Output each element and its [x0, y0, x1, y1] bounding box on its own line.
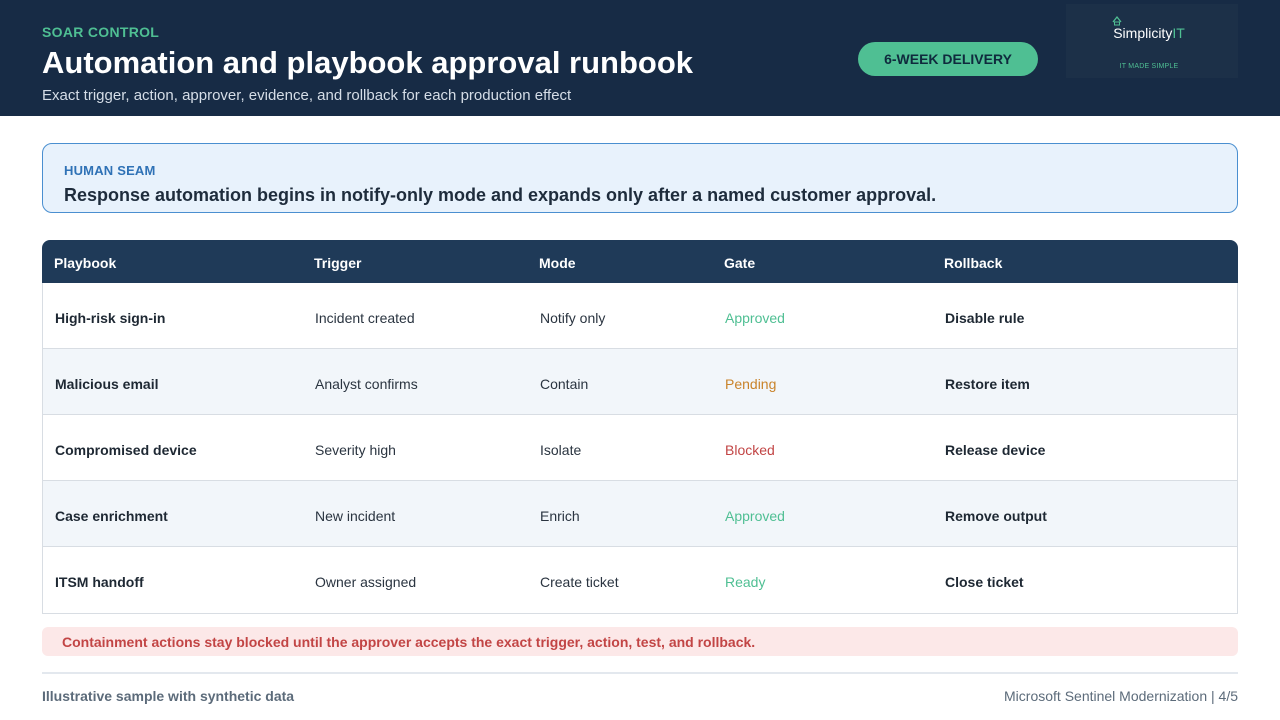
table-row: Case enrichment New incident Enrich Appr…: [43, 481, 1237, 547]
logo-wordmark: SimplicityIT: [1113, 25, 1185, 41]
rollback-cell: Close ticket: [945, 574, 1024, 590]
callout-text: Response automation begins in notify-onl…: [64, 185, 937, 205]
page-title: Automation and playbook approval runbook: [42, 45, 694, 80]
column-header-mode: Mode: [539, 255, 576, 271]
playbook-cell: ITSM handoff: [55, 574, 144, 590]
gate-status: Blocked: [725, 442, 775, 458]
rollback-cell: Remove output: [945, 508, 1047, 524]
footer-divider: [42, 672, 1238, 674]
header-banner: SOAR CONTROL Automation and playbook app…: [0, 0, 1280, 116]
gate-status: Approved: [725, 508, 785, 524]
playbook-cell: High-risk sign-in: [55, 310, 166, 326]
warning-text: Containment actions stay blocked until t…: [62, 634, 756, 650]
column-header-gate: Gate: [724, 255, 756, 271]
column-header-trigger: Trigger: [314, 255, 362, 271]
company-logo: SimplicityIT IT MADE SIMPLE: [1066, 4, 1238, 78]
trigger-cell: New incident: [315, 508, 396, 524]
table-header-row: Playbook Trigger Mode Gate Rollback: [42, 240, 1238, 283]
mode-cell: Contain: [540, 376, 589, 392]
trigger-cell: Analyst confirms: [315, 376, 418, 392]
mode-cell: Isolate: [540, 442, 582, 458]
playbook-cell: Case enrichment: [55, 508, 168, 524]
mode-cell: Notify only: [540, 310, 606, 326]
rollback-cell: Release device: [945, 442, 1046, 458]
section-eyebrow: SOAR CONTROL: [42, 24, 160, 40]
delivery-badge: 6-WEEK DELIVERY: [858, 42, 1038, 76]
playbook-cell: Malicious email: [55, 376, 159, 392]
table-body: High-risk sign-in Incident created Notif…: [42, 283, 1238, 614]
gate-status: Pending: [725, 376, 777, 392]
rollback-cell: Disable rule: [945, 310, 1025, 326]
mode-cell: Enrich: [540, 508, 580, 524]
page-subtitle: Exact trigger, action, approver, evidenc…: [42, 87, 572, 104]
human-seam-callout: HUMAN SEAM Response automation begins in…: [42, 143, 1238, 213]
footer-disclaimer: Illustrative sample with synthetic data: [42, 688, 295, 704]
column-header-rollback: Rollback: [944, 255, 1003, 271]
callout-label: HUMAN SEAM: [64, 163, 156, 178]
rollback-cell: Restore item: [945, 376, 1030, 392]
table-row: Compromised device Severity high Isolate…: [43, 415, 1237, 481]
footer-page-info: Microsoft Sentinel Modernization | 4/5: [1004, 688, 1238, 704]
logo-tagline: IT MADE SIMPLE: [1119, 63, 1179, 70]
column-header-playbook: Playbook: [54, 255, 117, 271]
playbook-table: Playbook Trigger Mode Gate Rollback High…: [42, 240, 1238, 614]
mode-cell: Create ticket: [540, 574, 619, 590]
trigger-cell: Incident created: [315, 310, 415, 326]
gate-status: Approved: [725, 310, 785, 326]
table-row: Malicious email Analyst confirms Contain…: [43, 349, 1237, 415]
trigger-cell: Severity high: [315, 442, 396, 458]
playbook-cell: Compromised device: [55, 442, 197, 458]
trigger-cell: Owner assigned: [315, 574, 417, 590]
containment-warning: Containment actions stay blocked until t…: [42, 627, 1238, 656]
table-row: ITSM handoff Owner assigned Create ticke…: [43, 547, 1237, 613]
gate-status: Ready: [725, 574, 766, 590]
table-row: High-risk sign-in Incident created Notif…: [43, 283, 1237, 349]
